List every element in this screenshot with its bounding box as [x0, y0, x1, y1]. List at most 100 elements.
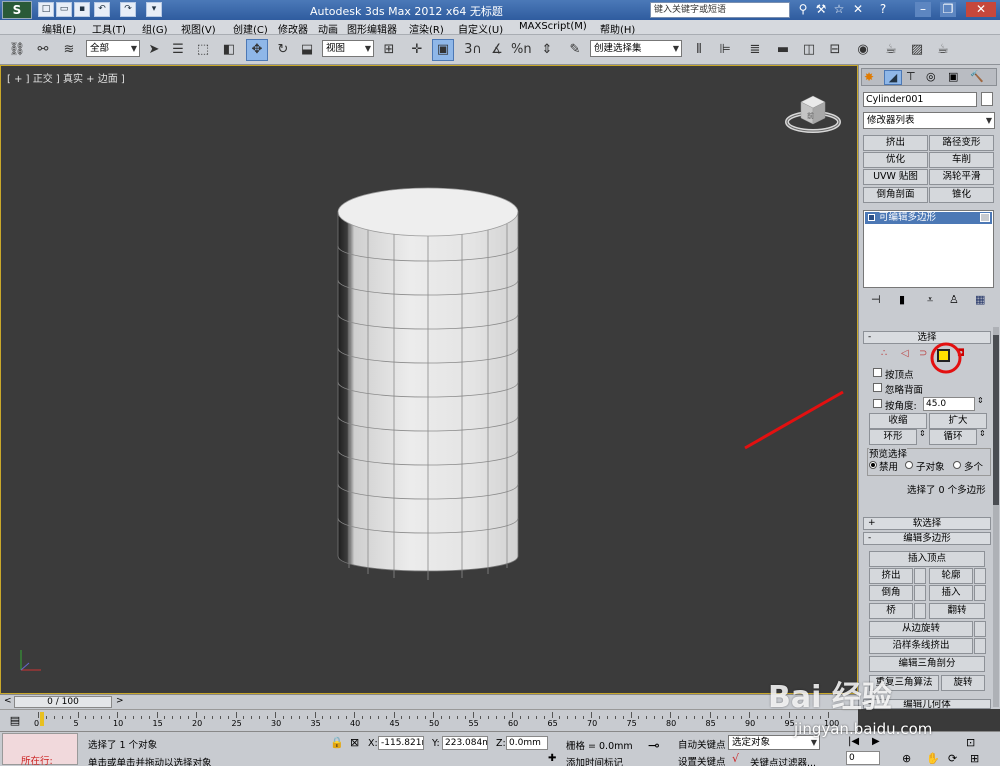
loop-spinner-icon[interactable]: ⇕: [979, 429, 986, 438]
bevel-settings-button[interactable]: [914, 585, 926, 601]
loop-button[interactable]: 循环: [929, 429, 977, 445]
menu-edit[interactable]: 编辑(E): [42, 21, 76, 36]
time-tag-icon[interactable]: ✚: [548, 753, 556, 764]
link-icon[interactable]: ⛓: [6, 39, 28, 61]
edit-polygons-rollout-header[interactable]: - 编辑多边形: [863, 532, 991, 545]
motion-tab-icon[interactable]: ◎: [926, 70, 936, 83]
by-angle-checkbox[interactable]: [873, 399, 882, 408]
wrench-icon[interactable]: ⚒: [813, 2, 829, 17]
insert-vertex-button[interactable]: 插入顶点: [869, 551, 985, 567]
time-slider[interactable]: < 0 / 100 >: [0, 694, 858, 709]
key-filters-button[interactable]: 关键点过滤器...: [750, 755, 816, 766]
orbit-icon[interactable]: ⟳: [948, 752, 957, 765]
border-level-icon[interactable]: ⊃: [919, 348, 927, 359]
minimize-icon[interactable]: –: [915, 2, 931, 17]
menu-group[interactable]: 组(G): [142, 21, 168, 36]
hinge-settings-button[interactable]: [974, 621, 986, 637]
extrude-along-spline-button[interactable]: 沿样条线挤出: [869, 638, 973, 654]
lock-selection-icon[interactable]: 🔒: [330, 736, 344, 749]
configure-sets-icon[interactable]: ▦: [975, 293, 985, 306]
unlink-icon[interactable]: ⚯: [32, 39, 54, 61]
schematic-view-icon[interactable]: ⊟: [824, 39, 846, 61]
bevel-button[interactable]: 倒角: [869, 585, 913, 601]
soft-selection-rollout-header[interactable]: + 软选择: [863, 517, 991, 530]
layer-manager-icon[interactable]: ≣: [744, 39, 766, 61]
select-by-name-icon[interactable]: ☰: [167, 39, 189, 61]
material-editor-icon[interactable]: ◉: [852, 39, 874, 61]
menu-create[interactable]: 创建(C): [233, 21, 268, 36]
extrude-settings-button[interactable]: [914, 568, 926, 584]
rectangular-selection-icon[interactable]: ⬚: [192, 39, 214, 61]
object-color-swatch[interactable]: [981, 92, 993, 106]
viewcube[interactable]: 前: [783, 92, 843, 138]
scrollbar-thumb[interactable]: [993, 335, 999, 505]
menu-graph-editors[interactable]: 图形编辑器: [347, 21, 397, 36]
bridge-button[interactable]: 桥: [869, 603, 913, 619]
preview-multi-radio[interactable]: [953, 461, 961, 469]
modifier-lathe-button[interactable]: 车削: [929, 152, 994, 168]
time-slider-next[interactable]: >: [116, 696, 124, 706]
extrude-spline-settings-button[interactable]: [974, 638, 986, 654]
pan-icon[interactable]: ✋: [926, 752, 940, 765]
extrude-button[interactable]: 挤出: [869, 568, 913, 584]
inset-settings-button[interactable]: [974, 585, 986, 601]
hinge-from-edge-button[interactable]: 从边旋转: [869, 621, 973, 637]
zoom-extents-icon[interactable]: ⊡: [966, 736, 975, 749]
shrink-button[interactable]: 收缩: [869, 413, 927, 429]
ignore-backfacing-checkbox[interactable]: [873, 383, 882, 392]
modify-tab-icon[interactable]: ◢: [884, 70, 902, 85]
modifier-bevel-profile-button[interactable]: 倒角剖面: [863, 187, 928, 203]
remove-modifier-icon[interactable]: ♙: [949, 293, 959, 306]
grow-button[interactable]: 扩大: [929, 413, 987, 429]
hierarchy-tab-icon[interactable]: ⊤: [906, 70, 916, 83]
new-file-icon[interactable]: □: [38, 2, 54, 17]
cylinder-object[interactable]: [335, 184, 521, 588]
named-selection-dropdown[interactable]: 创建选择集: [590, 40, 682, 57]
mirror-icon[interactable]: ⫴: [688, 39, 710, 61]
help-icon[interactable]: ?: [875, 2, 891, 17]
y-coordinate-field[interactable]: 223.084mm: [442, 736, 488, 750]
x-coordinate-field[interactable]: -115.821m: [378, 736, 424, 750]
mini-curve-editor-icon[interactable]: ▤: [6, 714, 24, 728]
modifier-stack-item[interactable]: 可编辑多边形: [865, 212, 992, 224]
time-slider-thumb[interactable]: 0 / 100: [14, 696, 112, 708]
modifier-optimize-button[interactable]: 优化: [863, 152, 928, 168]
z-coordinate-field[interactable]: 0.0mm: [506, 736, 548, 750]
curve-editor-icon[interactable]: ◫: [798, 39, 820, 61]
restore-icon[interactable]: ❐: [940, 2, 956, 17]
favorites-icon[interactable]: ☆: [831, 2, 847, 17]
select-rotate-icon[interactable]: ↻: [272, 39, 294, 61]
select-manipulate-icon[interactable]: ✛: [406, 39, 428, 61]
expand-toggle-icon[interactable]: [868, 214, 875, 221]
pin-stack-icon[interactable]: ⊣: [871, 293, 881, 306]
snaps-toggle-icon[interactable]: 3∩: [462, 39, 484, 61]
angle-snap-icon[interactable]: ∡: [486, 39, 508, 61]
show-end-result-icon[interactable]: ▮: [899, 293, 905, 306]
search-input[interactable]: 键入关键字或短语: [650, 2, 790, 18]
modifier-turbosmooth-button[interactable]: 涡轮平滑: [929, 169, 994, 185]
reference-coordinate-dropdown[interactable]: 视图: [322, 40, 374, 57]
maxscript-listener[interactable]: 所在行:: [2, 733, 78, 766]
pivot-center-icon[interactable]: ⊞: [378, 39, 400, 61]
modifier-path-deform-button[interactable]: 路径变形: [929, 135, 994, 151]
modifier-taper-button[interactable]: 锥化: [929, 187, 994, 203]
vertex-level-icon[interactable]: ∴: [881, 348, 887, 359]
spinner-snap-icon[interactable]: ⇕: [536, 39, 558, 61]
undo-icon[interactable]: ↶: [94, 2, 110, 17]
app-logo-icon[interactable]: S: [2, 1, 32, 19]
edit-named-selection-icon[interactable]: ✎: [564, 39, 586, 61]
outline-settings-button[interactable]: [974, 568, 986, 584]
modifier-extrude-button[interactable]: 挤出: [863, 135, 928, 151]
edit-triangulation-button[interactable]: 编辑三角剖分: [869, 656, 985, 672]
selection-filter-dropdown[interactable]: 全部: [86, 40, 140, 57]
viewport-label[interactable]: [ + ] 正交 ] 真实 + 边面 ]: [7, 70, 125, 85]
menu-help[interactable]: 帮助(H): [600, 21, 635, 36]
preview-subobject-radio[interactable]: [905, 461, 913, 469]
graphite-tools-icon[interactable]: ▬: [772, 39, 794, 61]
object-name-field[interactable]: Cylinder001: [863, 92, 977, 107]
display-tab-icon[interactable]: ▣: [948, 70, 958, 83]
make-unique-icon[interactable]: ⩡: [927, 293, 933, 307]
zoom-icon[interactable]: ⊕: [902, 752, 911, 765]
angle-spinner-arrows-icon[interactable]: ⇕: [977, 396, 984, 405]
binoculars-icon[interactable]: ⚲: [795, 2, 811, 17]
